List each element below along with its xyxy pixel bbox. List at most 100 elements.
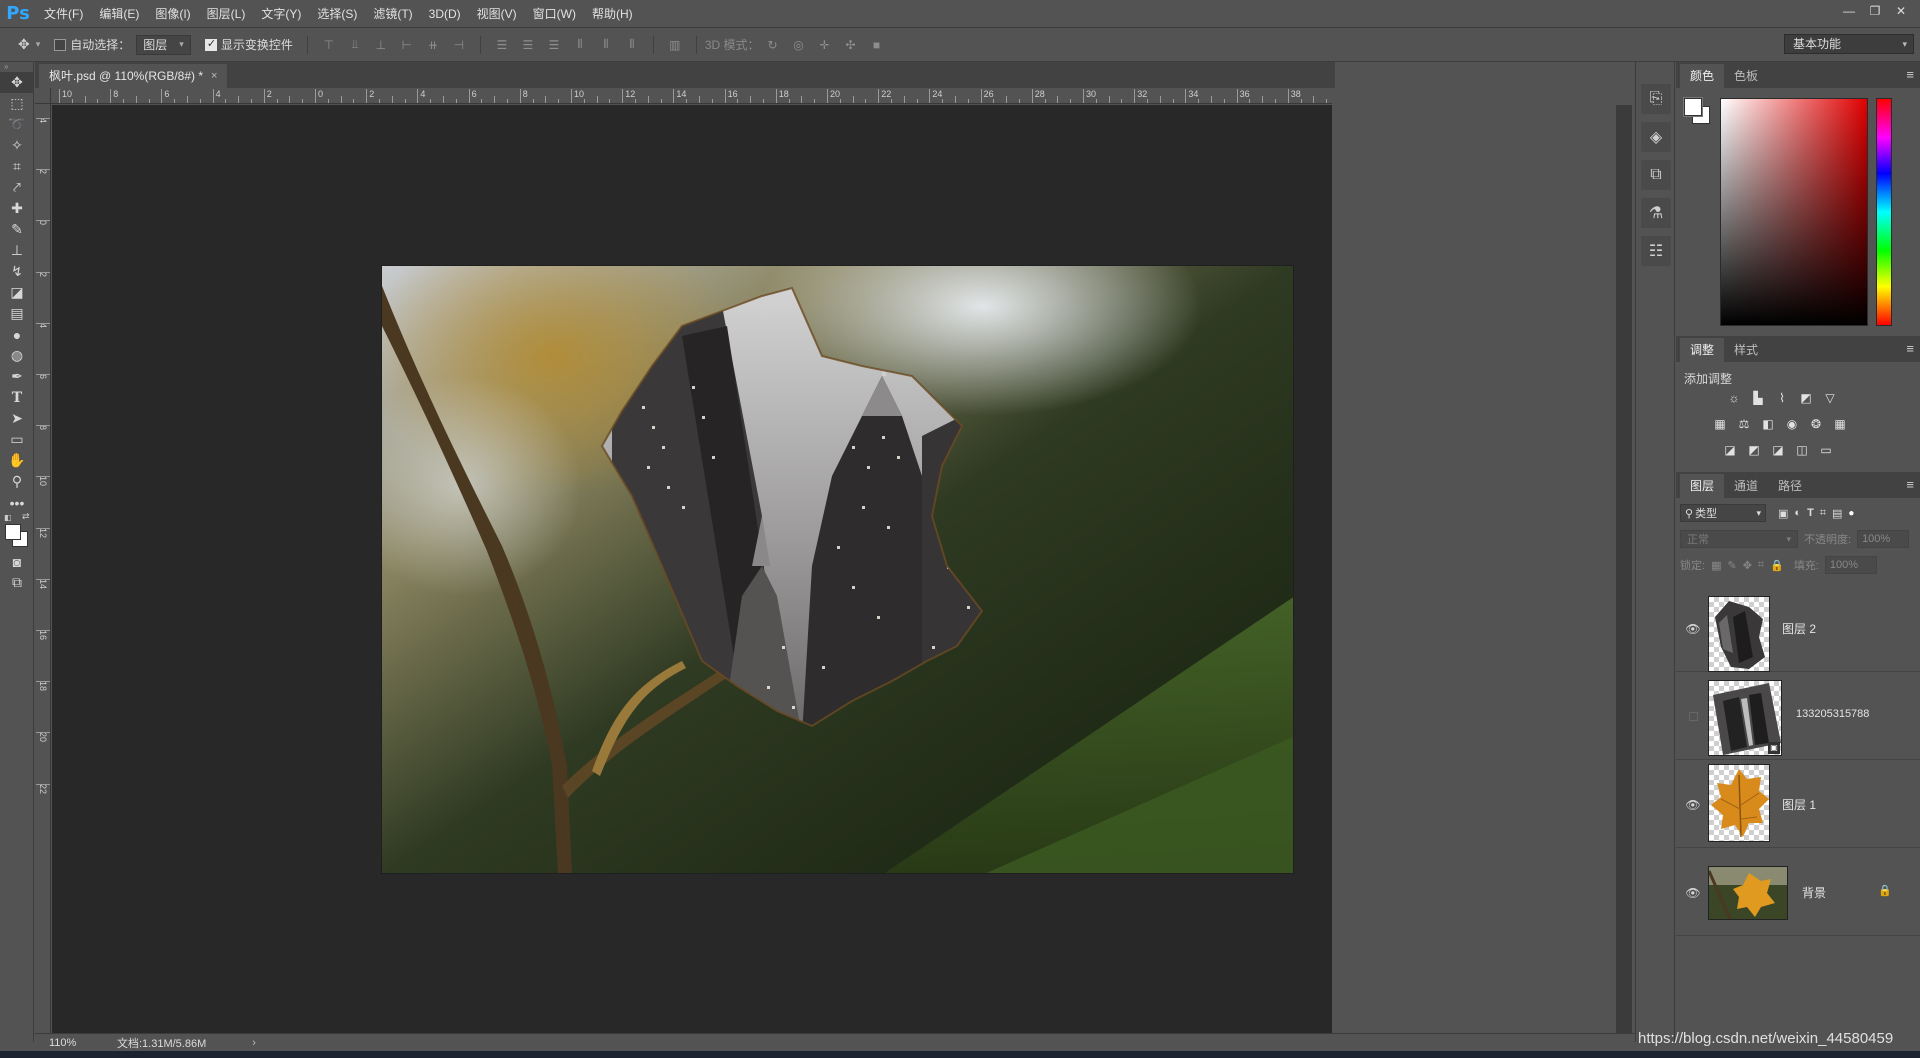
marquee-tool-icon[interactable]: ⬚: [0, 93, 34, 114]
menu-item[interactable]: 图像(I): [147, 0, 198, 28]
document-info[interactable]: 文档:1.31M/5.86M: [105, 1035, 206, 1051]
tab-adjustments[interactable]: 调整: [1680, 338, 1725, 362]
move-tool-icon[interactable]: ✥: [0, 72, 34, 93]
distribute-top-icon[interactable]: ☰: [492, 36, 512, 54]
dodge-tool-icon[interactable]: ◍: [0, 345, 34, 366]
align-top-icon[interactable]: ⊤: [319, 36, 339, 54]
blend-mode-dropdown[interactable]: 正常 ▾: [1680, 530, 1798, 548]
lock-transparent-icon[interactable]: ▦: [1711, 559, 1721, 572]
chevron-down-icon[interactable]: ▾: [36, 39, 41, 50]
menu-item[interactable]: 窗口(W): [525, 0, 584, 28]
libraries-panel-icon[interactable]: ⧉: [1641, 160, 1671, 190]
opacity-input[interactable]: 100%: [1857, 530, 1910, 548]
3d-slide-icon[interactable]: ✣: [841, 36, 861, 54]
document-tab[interactable]: 枫叶.psd @ 110%(RGB/8#) * ×: [39, 64, 228, 88]
auto-select-checkbox[interactable]: [54, 38, 67, 51]
vibrance-icon[interactable]: ▽: [1822, 390, 1838, 406]
curves-icon[interactable]: ⌇: [1774, 390, 1790, 406]
exposure-icon[interactable]: ◩: [1798, 390, 1814, 406]
minimize-button[interactable]: —: [1836, 0, 1862, 24]
tab-swatches[interactable]: 色板: [1724, 64, 1768, 88]
quick-mask-icon[interactable]: ◙: [0, 551, 34, 572]
channel-mixer-icon[interactable]: ❂: [1808, 416, 1824, 432]
blur-tool-icon[interactable]: ●: [0, 324, 34, 345]
brightness-contrast-icon[interactable]: ☼: [1726, 390, 1742, 406]
panel-menu-icon[interactable]: ≡: [1906, 67, 1914, 82]
align-bottom-icon[interactable]: ⊥: [371, 36, 391, 54]
posterize-icon[interactable]: ◩: [1746, 442, 1762, 458]
filter-type-icon[interactable]: T: [1807, 507, 1814, 519]
layer-filter-dropdown[interactable]: ⚲ 类型 ▾: [1680, 504, 1766, 522]
rectangle-tool-icon[interactable]: ▭: [0, 429, 34, 450]
layer-name[interactable]: 背景: [1802, 884, 1826, 901]
3d-orbit-icon[interactable]: ↻: [763, 36, 783, 54]
vertical-scrollbar[interactable]: [1616, 105, 1632, 1033]
distribute-hcenter-icon[interactable]: ⦀: [596, 36, 616, 54]
align-left-icon[interactable]: ⊢: [397, 36, 417, 54]
show-transform-checkbox[interactable]: [204, 37, 217, 51]
brush-tool-icon[interactable]: ✎: [0, 219, 34, 240]
collapse-arrows-icon[interactable]: »: [0, 62, 33, 72]
crop-tool-icon[interactable]: ⌗: [0, 156, 34, 177]
screen-mode-icon[interactable]: ⧉: [0, 572, 34, 593]
tab-layers[interactable]: 图层: [1680, 474, 1725, 498]
distribute-right-icon[interactable]: ⦀: [622, 36, 642, 54]
fill-input[interactable]: 100%: [1824, 556, 1877, 574]
menu-item[interactable]: 编辑(E): [91, 0, 147, 28]
layer-row[interactable]: ▣ 133205315788: [1676, 672, 1920, 760]
filter-pixel-icon[interactable]: ▣: [1778, 507, 1788, 520]
layer-row[interactable]: 👁 图层 2: [1676, 584, 1920, 672]
gradient-tool-icon[interactable]: ▤: [0, 303, 34, 324]
visibility-eye-icon[interactable]: 👁: [1685, 886, 1700, 900]
hue-saturation-icon[interactable]: ▦: [1712, 416, 1728, 432]
3d-panel-icon[interactable]: ◈: [1641, 122, 1671, 152]
tab-styles[interactable]: 样式: [1724, 338, 1768, 362]
threshold-icon[interactable]: ◪: [1770, 442, 1786, 458]
align-hcenter-icon[interactable]: ⧺: [423, 36, 443, 54]
path-selection-tool-icon[interactable]: ➤: [0, 408, 34, 429]
eraser-tool-icon[interactable]: ◪: [0, 282, 34, 303]
layer-row[interactable]: 👁 图层 1: [1676, 760, 1920, 848]
visibility-eye-icon[interactable]: 👁: [1685, 798, 1700, 812]
filter-smart-object-icon[interactable]: ▤: [1832, 507, 1842, 520]
layer-name[interactable]: 图层 1: [1782, 796, 1816, 813]
lock-all-icon[interactable]: 🔒: [1770, 559, 1784, 572]
lock-artboard-icon[interactable]: ⌗: [1758, 559, 1764, 572]
properties-panel-icon[interactable]: ☷: [1641, 236, 1671, 266]
lasso-tool-icon[interactable]: ➰: [0, 114, 34, 135]
lock-position-icon[interactable]: ✥: [1743, 559, 1752, 572]
distribute-bottom-icon[interactable]: ☰: [544, 36, 564, 54]
menu-item[interactable]: 文件(F): [36, 0, 91, 28]
distribute-left-icon[interactable]: ⦀: [570, 36, 590, 54]
zoom-tool-icon[interactable]: ⚲: [0, 471, 34, 492]
menu-item[interactable]: 3D(D): [421, 0, 469, 28]
document-image[interactable]: [381, 265, 1294, 874]
menu-item[interactable]: 滤镜(T): [365, 0, 420, 28]
filter-shape-icon[interactable]: ⌗: [1820, 507, 1826, 520]
eyedropper-tool-icon[interactable]: ⤤: [0, 177, 34, 198]
hand-tool-icon[interactable]: ✋: [0, 450, 34, 471]
photo-filter-icon[interactable]: ◉: [1784, 416, 1800, 432]
tab-paths[interactable]: 路径: [1768, 474, 1812, 498]
visibility-eye-icon[interactable]: 👁: [1685, 622, 1700, 636]
visibility-off-box[interactable]: [1689, 712, 1698, 721]
clone-stamp-tool-icon[interactable]: ⊥: [0, 240, 34, 261]
close-tab-icon[interactable]: ×: [211, 64, 217, 88]
color-saturation-field[interactable]: [1720, 98, 1868, 326]
auto-select-target-dropdown[interactable]: 图层 ▾: [136, 34, 191, 55]
black-white-icon[interactable]: ◧: [1760, 416, 1776, 432]
layer-row[interactable]: 👁 背景 🔒: [1676, 848, 1920, 936]
gradient-map-icon[interactable]: ▭: [1818, 442, 1834, 458]
brushes-panel-icon[interactable]: ⚗: [1641, 198, 1671, 228]
horizontal-ruler[interactable]: 10 8 6 4 2 0 2 4 6 8 10 12 14 16 18 20 22 24 26 28 30 32 34 36 3…: [51, 88, 1332, 104]
close-window-button[interactable]: ✕: [1888, 0, 1914, 24]
ruler-origin[interactable]: [35, 88, 51, 104]
menu-item[interactable]: 帮助(H): [584, 0, 641, 28]
auto-align-icon[interactable]: ▥: [665, 36, 685, 54]
workspace-dropdown[interactable]: 基本功能 ▾: [1784, 34, 1914, 54]
panel-menu-icon[interactable]: ≡: [1906, 341, 1914, 356]
invert-icon[interactable]: ◪: [1722, 442, 1738, 458]
vertical-ruler[interactable]: 4 2 0 2 4 6 8 10 12 14 16 18 20 22: [35, 104, 51, 1034]
levels-icon[interactable]: ▙: [1750, 390, 1766, 406]
layer-name[interactable]: 图层 2: [1782, 620, 1816, 637]
